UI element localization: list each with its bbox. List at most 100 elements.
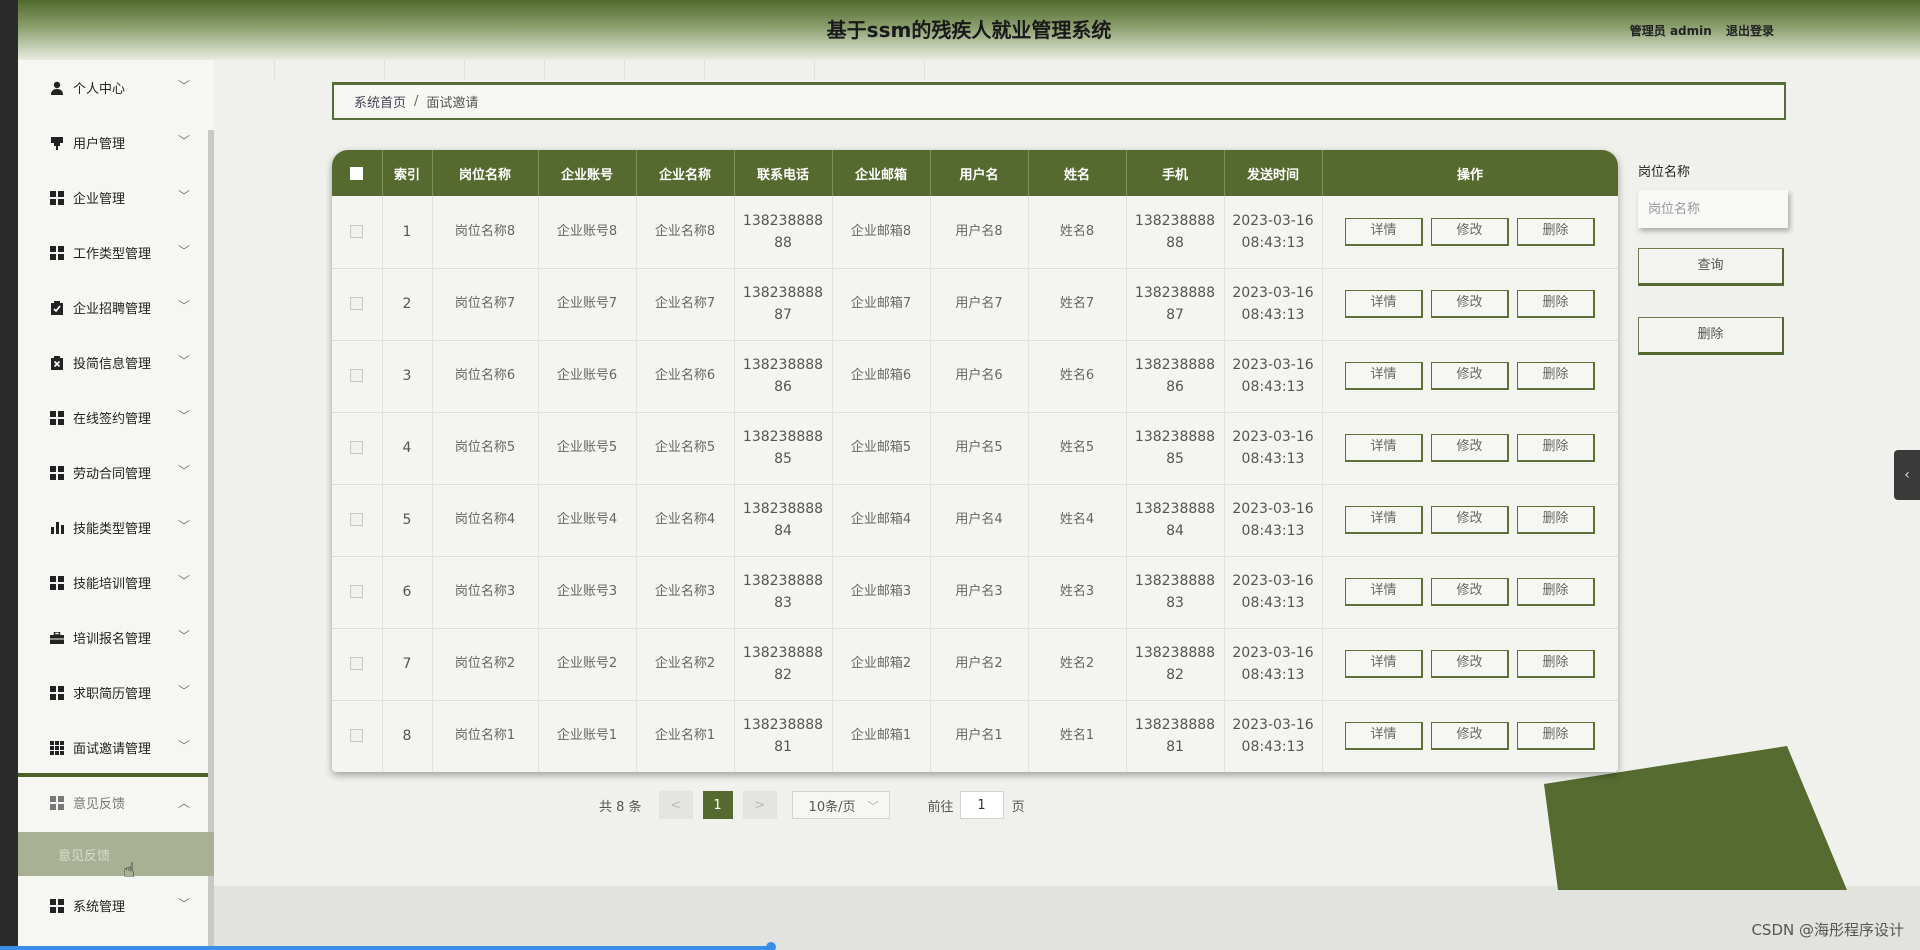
cell-company-name: 企业名称5	[636, 412, 735, 484]
chevron-down-icon: ﹀	[177, 464, 190, 478]
sidebar-item-interview-invitation-management[interactable]: 面试邀请管理 ﹀	[18, 720, 208, 775]
row-checkbox[interactable]	[332, 484, 383, 556]
edit-button[interactable]: 修改	[1431, 217, 1509, 246]
sidebar-item-company-management[interactable]: 企业管理 ﹀	[18, 170, 208, 225]
chevron-down-icon: ﹀	[177, 79, 190, 93]
prev-page-button[interactable]: <	[658, 791, 693, 819]
collapse-panel-handle[interactable]: ‹	[1894, 450, 1920, 500]
sidebar-item-label: 技能培训管理	[73, 577, 152, 592]
page-number-button[interactable]: 1	[702, 791, 733, 819]
detail-button[interactable]: 详情	[1345, 578, 1423, 606]
sidebar-item-label: 劳动合同管理	[73, 467, 152, 482]
edit-button[interactable]: 修改	[1431, 578, 1509, 606]
page-size-select[interactable]: 10条/页 ﹀	[791, 791, 890, 819]
cell-username: 用户名8	[930, 196, 1029, 268]
detail-button[interactable]: 详情	[1345, 290, 1423, 318]
sidebar-item-label: 企业管理	[73, 192, 126, 207]
cell-username: 用户名5	[930, 412, 1029, 484]
sidebar-item-system-management[interactable]: 系统管理 ﹀	[18, 878, 208, 933]
chevron-down-icon: ﹀	[177, 244, 190, 258]
edit-button[interactable]: 修改	[1431, 434, 1509, 462]
delete-button[interactable]: 删除	[1517, 434, 1595, 462]
sidebar-item-labor-contract-management[interactable]: 劳动合同管理 ﹀	[18, 445, 208, 500]
table-row: 4 岗位名称5 企业账号5 企业名称5 138238888 85 企业邮箱5 用户名5 姓名5 1…	[332, 412, 1618, 484]
edit-button[interactable]: 修改	[1431, 362, 1509, 390]
sidebar-item-user-management[interactable]: 用户管理 ﹀	[18, 115, 208, 170]
goto-label: 前往	[927, 799, 954, 815]
pin-icon	[48, 134, 66, 152]
delete-button[interactable]: 删除	[1517, 578, 1595, 606]
cell-company-name: 企业名称4	[636, 484, 735, 556]
row-checkbox[interactable]	[332, 196, 383, 268]
cell-contact-phone: 138238888 82	[734, 628, 833, 700]
chevron-down-icon: ﹀	[177, 629, 190, 643]
sidebar-subitem-feedback[interactable]: 意见反馈	[18, 832, 214, 876]
cell-contact-phone: 138238888 81	[734, 700, 833, 772]
cell-contact-phone: 138238888 86	[734, 340, 833, 412]
cell-company-name: 企业名称7	[636, 268, 735, 340]
delete-button[interactable]: 删除	[1517, 290, 1595, 318]
row-checkbox[interactable]	[332, 412, 383, 484]
cell-mobile: 138238888 81	[1126, 700, 1225, 772]
cell-mobile: 138238888 87	[1126, 268, 1225, 340]
chevron-down-icon: ﹀	[177, 897, 190, 911]
row-checkbox[interactable]	[332, 268, 383, 340]
sidebar-item-skill-training-management[interactable]: 技能培训管理 ﹀	[18, 555, 208, 610]
edit-button[interactable]: 修改	[1431, 650, 1509, 678]
detail-button[interactable]: 详情	[1345, 217, 1423, 246]
table-row: 6 岗位名称3 企业账号3 企业名称3 138238888 83 企业邮箱3 用户名3 姓名3 1…	[332, 556, 1618, 628]
query-button[interactable]: 查询	[1638, 248, 1784, 286]
sidebar-item-resume-submission-management[interactable]: 投简信息管理 ﹀	[18, 335, 208, 390]
tabs-strip	[274, 60, 1874, 80]
sidebar-item-label: 系统管理	[73, 900, 126, 915]
table-row: 5 岗位名称4 企业账号4 企业名称4 138238888 84 企业邮箱4 用户名4 姓名4 1…	[332, 484, 1618, 556]
cell-mobile: 138238888 82	[1126, 628, 1225, 700]
edit-button[interactable]: 修改	[1431, 506, 1509, 534]
sidebar-item-label: 用户管理	[73, 137, 126, 152]
delete-button[interactable]: 删除	[1517, 506, 1595, 534]
bar-chart-icon	[48, 519, 66, 537]
job-name-search-input[interactable]	[1638, 190, 1788, 228]
batch-delete-button[interactable]: 删除	[1638, 317, 1784, 355]
page-size-value: 10条/页	[808, 799, 856, 815]
sidebar-item-training-registration-management[interactable]: 培训报名管理 ﹀	[18, 610, 208, 665]
pagination-total: 共 8 条	[599, 799, 642, 815]
detail-button[interactable]: 详情	[1345, 650, 1423, 678]
chevron-down-icon: ﹀	[177, 519, 190, 533]
sidebar-item-skill-type-management[interactable]: 技能类型管理 ﹀	[18, 500, 208, 555]
sidebar-item-job-type-management[interactable]: 工作类型管理 ﹀	[18, 225, 208, 280]
detail-button[interactable]: 详情	[1345, 362, 1423, 390]
video-progress-handle[interactable]	[766, 942, 776, 950]
detail-button[interactable]: 详情	[1345, 434, 1423, 462]
sidebar-item-recruitment-management[interactable]: 企业招聘管理 ﹀	[18, 280, 208, 335]
delete-button[interactable]: 删除	[1517, 217, 1595, 246]
row-checkbox[interactable]	[332, 628, 383, 700]
sidebar-item-resume-management[interactable]: 求职简历管理 ﹀	[18, 665, 208, 720]
chevron-down-icon: ﹀	[177, 409, 190, 423]
video-progress-bar[interactable]	[0, 946, 770, 950]
next-page-button[interactable]: >	[742, 791, 777, 819]
cell-sent-time: 2023-03-16 08:43:13	[1224, 628, 1323, 700]
select-all-checkbox[interactable]	[332, 150, 383, 196]
row-checkbox[interactable]	[332, 556, 383, 628]
sidebar-item-personal-center[interactable]: 个人中心 ﹀	[18, 60, 208, 115]
sidebar-item-feedback[interactable]: 意见反馈 ︿	[18, 773, 208, 828]
cell-mobile: 138238888 85	[1126, 412, 1225, 484]
cell-contact-phone: 138238888 87	[734, 268, 833, 340]
logout-link[interactable]: 退出登录	[1726, 24, 1774, 38]
detail-button[interactable]: 详情	[1345, 722, 1423, 750]
delete-button[interactable]: 删除	[1517, 362, 1595, 390]
sidebar-item-online-signing-management[interactable]: 在线签约管理 ﹀	[18, 390, 208, 445]
edit-button[interactable]: 修改	[1431, 290, 1509, 318]
detail-button[interactable]: 详情	[1345, 506, 1423, 534]
cell-job-name: 岗位名称6	[432, 340, 539, 412]
edit-button[interactable]: 修改	[1431, 722, 1509, 750]
cell-name: 姓名2	[1028, 628, 1127, 700]
cell-index: 4	[382, 412, 433, 484]
goto-page-input[interactable]	[959, 791, 1004, 819]
row-checkbox[interactable]	[332, 700, 383, 772]
delete-button[interactable]: 删除	[1517, 650, 1595, 678]
delete-button[interactable]: 删除	[1517, 722, 1595, 750]
breadcrumb-home[interactable]: 系统首页	[354, 92, 406, 111]
row-checkbox[interactable]	[332, 340, 383, 412]
